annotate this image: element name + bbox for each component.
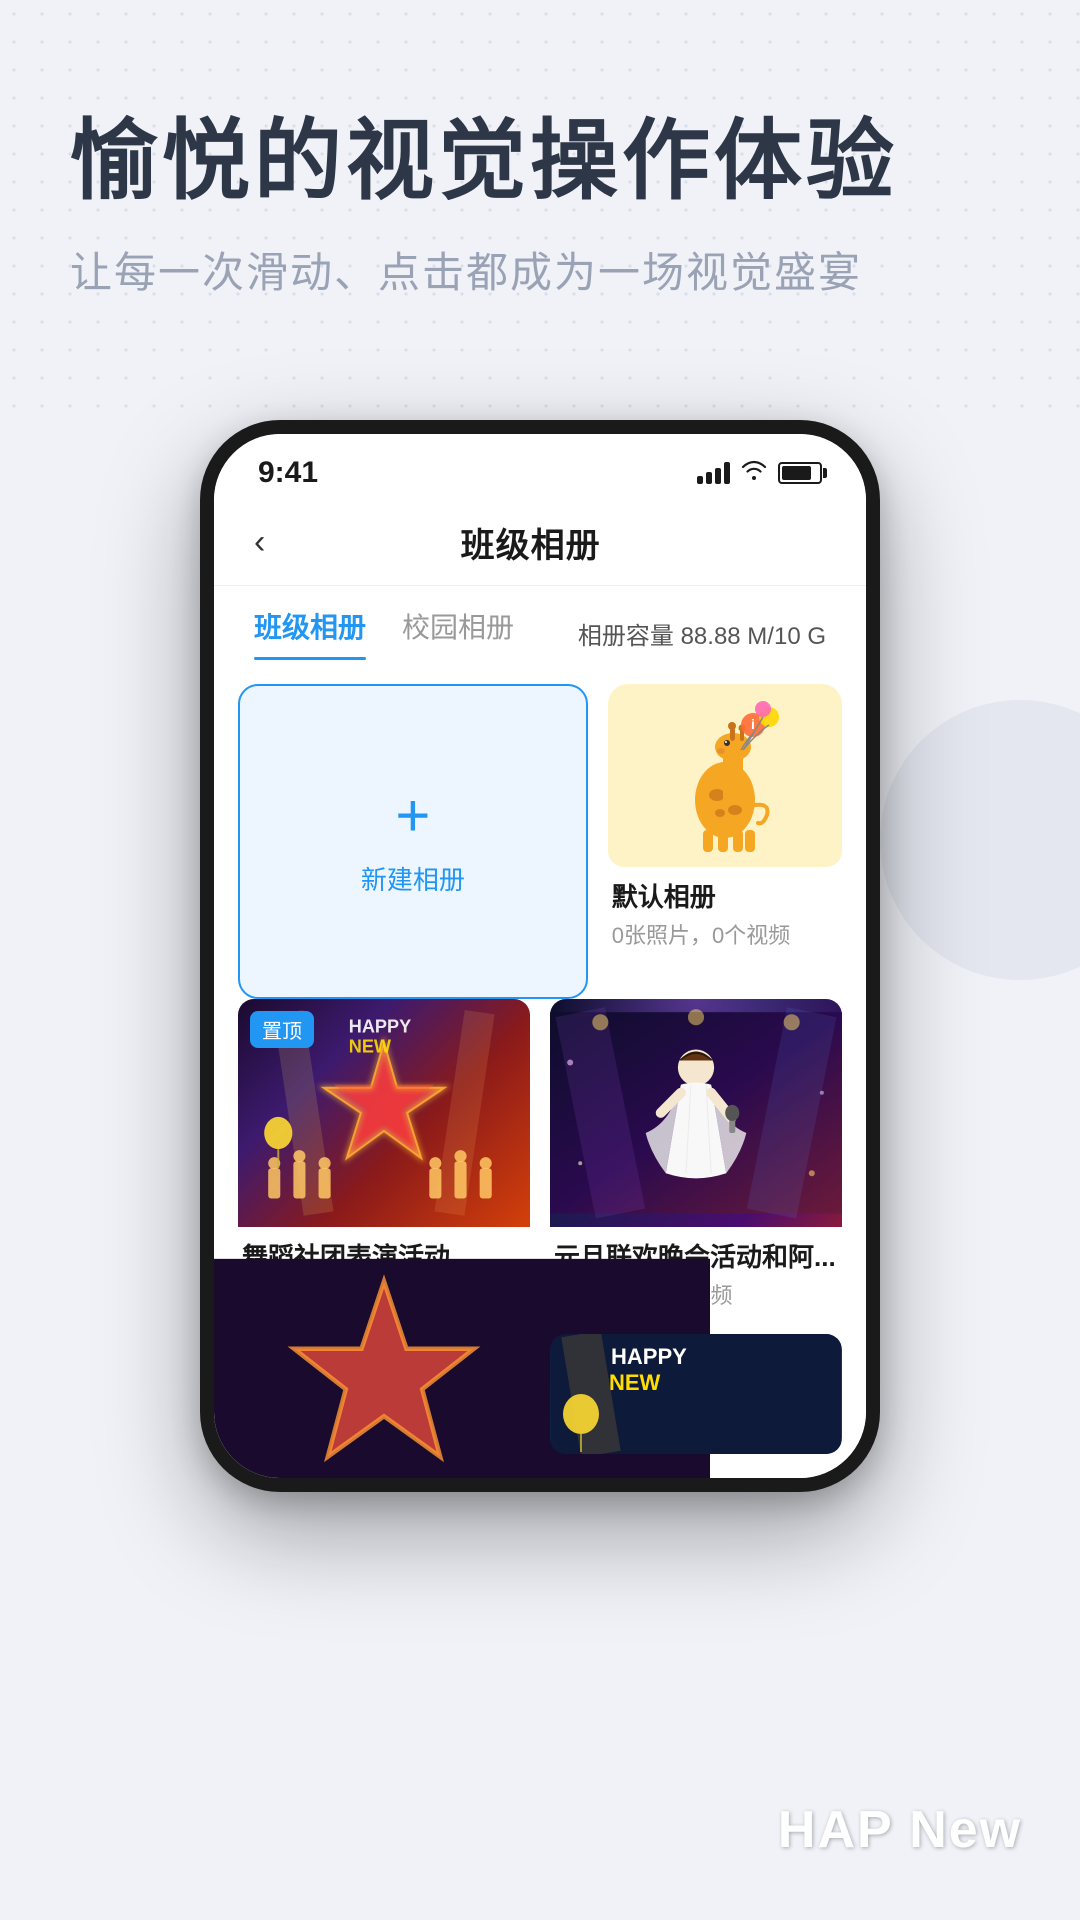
tab-campus-album[interactable]: 校园相册 bbox=[402, 606, 514, 660]
battery-icon bbox=[778, 462, 822, 484]
status-icons bbox=[697, 459, 822, 488]
nav-bar: ‹ 班级相册 bbox=[214, 500, 866, 586]
tab-bar: 班级相册 校园相册 相册容量 88.88 M/10 G bbox=[214, 586, 866, 660]
hap-new-text: HAP New bbox=[778, 1800, 1022, 1860]
signal-icon bbox=[697, 462, 730, 484]
status-bar: 9:41 bbox=[214, 434, 866, 500]
wifi-icon bbox=[740, 459, 768, 488]
partial-card-2[interactable]: HAPPY NEW bbox=[550, 1334, 842, 1454]
storage-info: 相册容量 88.88 M/10 G bbox=[578, 616, 826, 651]
hap-new-area: HAP New bbox=[720, 1740, 1080, 1920]
hero-title: 愉悦的视觉操作体验 bbox=[70, 110, 1010, 211]
new-album-plus-icon: + bbox=[395, 786, 430, 846]
partial-card-1[interactable] bbox=[238, 1334, 530, 1454]
svg-text:i: i bbox=[751, 716, 755, 732]
phone-frame: 9:41 bbox=[200, 420, 880, 1492]
back-button[interactable]: ‹ bbox=[254, 523, 265, 562]
phone-screen: 9:41 bbox=[214, 434, 866, 1478]
album-thumbnail-giraffe: i bbox=[608, 684, 842, 867]
hero-subtitle: 让每一次滑动、点击都成为一场视觉盛宴 bbox=[70, 239, 1010, 300]
status-time: 9:41 bbox=[258, 456, 318, 490]
svg-text:NEW: NEW bbox=[609, 1370, 661, 1395]
circle-decoration bbox=[880, 700, 1080, 980]
storage-label: 相册容量 bbox=[578, 623, 674, 650]
pinned-badge: 置顶 bbox=[250, 1011, 314, 1048]
nav-title: 班级相册 bbox=[265, 518, 796, 567]
svg-text:HAPPY: HAPPY bbox=[611, 1344, 687, 1369]
hero-section: 愉悦的视觉操作体验 让每一次滑动、点击都成为一场视觉盛宴 bbox=[0, 0, 1080, 300]
tab-class-album[interactable]: 班级相册 bbox=[254, 606, 366, 660]
storage-value: 88.88 M/10 G bbox=[681, 623, 826, 650]
phone-mockup: 9:41 bbox=[200, 420, 880, 1492]
bottom-row: HAPPY NEW bbox=[214, 1334, 866, 1478]
